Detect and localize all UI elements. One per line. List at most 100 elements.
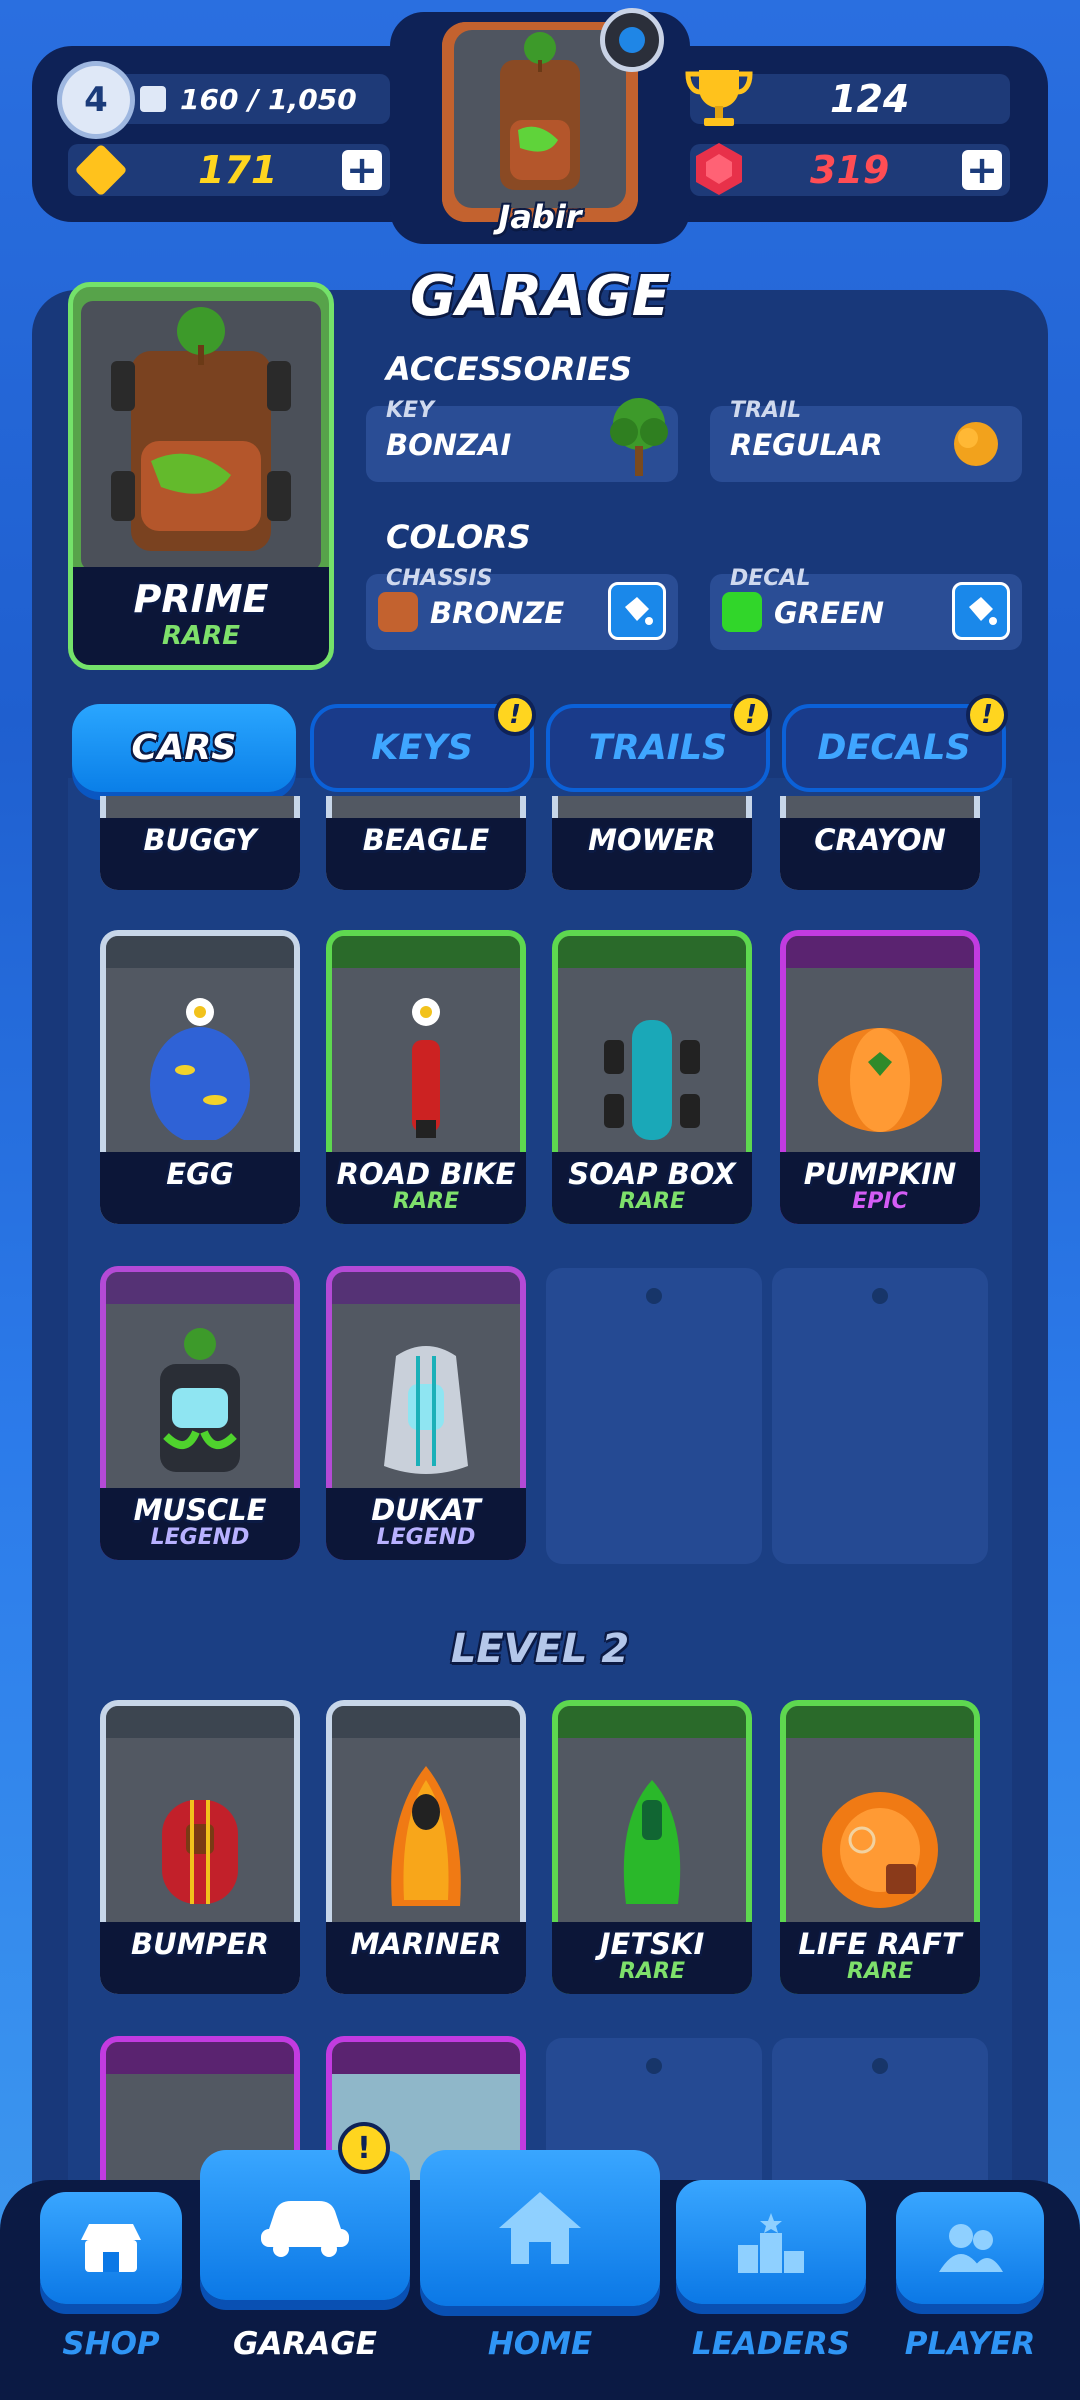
car-card-label: DUKAT LEGEND [326, 1488, 526, 1560]
paint-bucket-icon [625, 597, 653, 625]
level-value: 4 [84, 80, 108, 120]
car-name: ROAD BIKE [336, 1157, 516, 1191]
car-rarity: RARE [847, 1959, 913, 1984]
players-icon [939, 2224, 1003, 2272]
gem-value: 319 [810, 148, 890, 192]
chassis-value: BRONZE [430, 596, 565, 630]
life-raft-icon [822, 1792, 938, 1908]
card-band [332, 2042, 520, 2074]
car-card-soap-box[interactable]: SOAP BOX RARE [552, 930, 752, 1224]
car-card-dukat[interactable]: DUKAT LEGEND [326, 1266, 526, 1560]
featured-car-card[interactable]: PRIME RARE [68, 282, 334, 670]
add-gems-button[interactable]: + [962, 150, 1002, 190]
car-card-egg[interactable]: EGG [100, 930, 300, 1224]
tab-trails-label: TRAILS [588, 728, 728, 768]
card-band [786, 1706, 974, 1738]
trophy-icon [684, 66, 754, 130]
car-card-label: BEAGLE [326, 818, 526, 890]
chassis-selector[interactable]: CHASSIS BRONZE [366, 566, 678, 650]
paint-bucket-icon [969, 597, 997, 625]
car-card-label: LIFE RAFT RARE [780, 1922, 980, 1994]
add-gold-button[interactable]: + [342, 150, 382, 190]
car-card-label: PUMPKIN EPIC [780, 1152, 980, 1224]
trail-caption: TRAIL [730, 398, 802, 423]
car-name: BEAGLE [362, 823, 490, 857]
featured-car-label: PRIME RARE [73, 567, 329, 665]
card-band [332, 1706, 520, 1738]
car-rarity: EPIC [852, 1189, 908, 1214]
decal-selector[interactable]: DECAL GREEN [710, 566, 1022, 650]
card-band [106, 1272, 294, 1304]
car-rarity: LEGEND [376, 1525, 476, 1550]
home-icon [499, 2192, 581, 2264]
car-card-jetski[interactable]: JETSKI RARE [552, 1700, 752, 1994]
chassis-paint-button[interactable] [608, 582, 666, 640]
nav-shop-label: SHOP [62, 2326, 160, 2362]
tab-trails[interactable]: TRAILS ! [546, 694, 772, 792]
prime-car-icon [111, 307, 291, 551]
level-2-heading: LEVEL 2 [450, 1626, 630, 1672]
key-caption: KEY [386, 398, 435, 423]
leaderboard-icon [738, 2213, 804, 2273]
featured-car-image [81, 301, 321, 571]
car-card-label: MOWER [552, 818, 752, 890]
tab-cars-label: CARS [131, 728, 237, 768]
car-card-label: EGG [100, 1152, 300, 1224]
nav-player-label: PLAYER [904, 2326, 1036, 2362]
colors-heading: COLORS [386, 518, 531, 556]
tab-keys-label: KEYS [371, 728, 473, 768]
chassis-swatch [378, 592, 418, 632]
car-card-mariner[interactable]: MARINER [326, 1700, 526, 1994]
car-card-life-raft[interactable]: LIFE RAFT RARE [780, 1700, 980, 1994]
car-card-bumper[interactable]: BUMPER [100, 1700, 300, 1994]
xp-bar: 160 / 1,050 [88, 74, 390, 124]
car-card-pumpkin[interactable]: PUMPKIN EPIC [780, 930, 980, 1224]
trophy-value: 124 [830, 77, 910, 121]
gold-icon [74, 143, 128, 197]
decal-caption: DECAL [730, 566, 811, 591]
empty-car-slot [772, 1268, 988, 1564]
card-band [106, 936, 294, 968]
card-band [786, 936, 974, 968]
level-badge: 4 [62, 66, 130, 134]
car-name: EGG [166, 1157, 234, 1191]
car-card-label: JETSKI RARE [552, 1922, 752, 1994]
car-card-road-bike[interactable]: ROAD BIKE RARE [326, 930, 526, 1224]
car-name: LIFE RAFT [798, 1927, 962, 1961]
car-name: JETSKI [599, 1927, 705, 1961]
nav-shop-button[interactable] [40, 2192, 182, 2304]
ball-icon [600, 8, 664, 72]
car-name: BUGGY [143, 823, 257, 857]
car-name: SOAP BOX [568, 1157, 736, 1191]
tab-keys[interactable]: KEYS ! [310, 694, 536, 792]
tab-decals-badge: ! [966, 694, 1008, 736]
nav-leaders-button[interactable] [676, 2180, 866, 2304]
xp-value: 160 / 1,050 [180, 82, 357, 116]
nav-player-button[interactable] [896, 2192, 1044, 2304]
key-selector[interactable]: KEY BONZAI [366, 398, 678, 482]
featured-car-rarity: RARE [162, 621, 240, 651]
nav-leaders-label: LEADERS [691, 2326, 851, 2362]
tab-trails-badge: ! [730, 694, 772, 736]
car-rarity: RARE [619, 1959, 685, 1984]
trail-value: REGULAR [730, 428, 883, 462]
nav-garage-button[interactable] [200, 2150, 410, 2300]
nav-home-label: HOME [487, 2326, 593, 2362]
card-band [558, 936, 746, 968]
accessories-heading: ACCESSORIES [386, 350, 633, 388]
car-name: MUSCLE [133, 1493, 267, 1527]
card-band [558, 1706, 746, 1738]
car-card-muscle[interactable]: MUSCLE LEGEND [100, 1266, 300, 1560]
trail-selector[interactable]: TRAIL REGULAR [710, 398, 1022, 482]
bonzai-tree-icon [610, 398, 668, 476]
tab-cars[interactable]: CARS [72, 704, 296, 792]
decal-swatch [722, 592, 762, 632]
bumper-car-icon [162, 1800, 238, 1904]
car-name: CRAYON [814, 823, 946, 857]
decal-paint-button[interactable] [952, 582, 1010, 640]
car-icon [500, 32, 580, 190]
car-icon [261, 2201, 349, 2257]
decal-value: GREEN [774, 596, 885, 630]
nav-home-button[interactable] [420, 2150, 660, 2306]
tab-decals[interactable]: DECALS ! [782, 694, 1008, 792]
